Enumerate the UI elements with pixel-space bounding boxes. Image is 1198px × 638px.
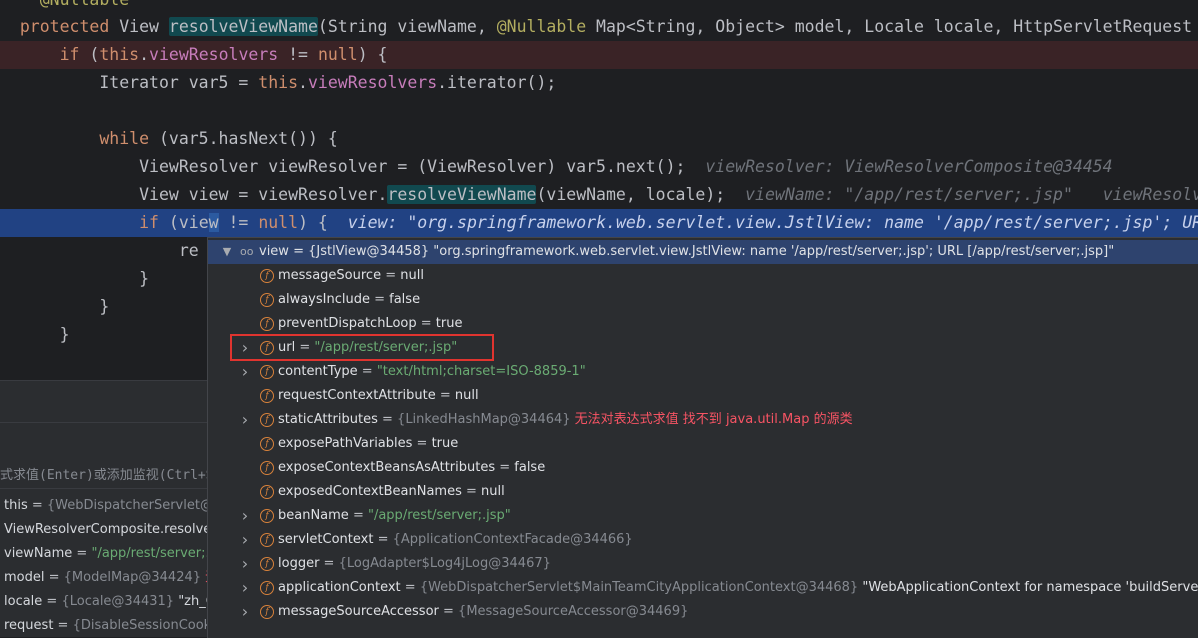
chevron-right-icon[interactable]: ›	[239, 528, 251, 552]
field-value: true	[431, 436, 459, 451]
field-icon: f	[260, 365, 274, 379]
tree-field-servletContext[interactable]: › f servletContext = {ApplicationContextFa…	[208, 528, 1198, 552]
field-name: exposedContextBeanNames	[278, 484, 462, 499]
inline-debug-value: viewName: "/app/rest/server;.jsp" viewRe…	[745, 185, 1198, 204]
field-value: null	[481, 484, 505, 499]
variable-row[interactable]: ViewResolverComposite.resolveViewName()	[0, 518, 210, 542]
code-line-iterator: Iterator var5 = this.viewResolvers.itera…	[99, 73, 557, 92]
field-icon: f	[260, 269, 274, 283]
panel-divider	[0, 488, 210, 489]
field-icon: f	[260, 389, 274, 403]
variable-row[interactable]: this = {WebDispatcherServlet@34381}	[0, 494, 210, 518]
field-icon: f	[260, 605, 274, 619]
inline-debug-value: viewResolver: ViewResolverComposite@3445…	[705, 157, 1113, 176]
code-line-while: while (var5.hasNext()) {	[99, 129, 338, 148]
field-name: contentType	[278, 364, 358, 379]
inline-debug-value: view: "org.springframework.web.servlet.v…	[347, 213, 1198, 232]
highlight-box	[230, 334, 494, 361]
code-line-method-signature: protected View resolveViewName(String vi…	[19, 17, 1193, 36]
variable-row[interactable]: request = {DisableSessionCookieRequest@3…	[0, 614, 210, 638]
tree-field-contentType[interactable]: › f contentType = "text/html;charset=ISO-8…	[208, 360, 1198, 384]
field-name: exposeContextBeansAsAttributes	[278, 460, 496, 475]
field-name: alwaysInclude	[278, 292, 370, 307]
variable-row[interactable]: viewName = "/app/rest/server;.jsp"	[0, 542, 210, 566]
tree-field-messageSourceAccessor[interactable]: › f messageSourceAccessor = {MessageSource…	[208, 600, 1198, 624]
field-name: preventDispatchLoop	[278, 316, 417, 331]
field-name: beanName	[278, 508, 349, 523]
code-line-annotation: @Nullable	[0, 0, 1198, 14]
tree-field-applicationContext[interactable]: › f applicationContext = {WebDispatcherSer…	[208, 576, 1198, 600]
tree-field-staticAttributes[interactable]: › f staticAttributes = {LinkedHashMap@3446…	[208, 408, 1198, 432]
field-value: false	[514, 460, 546, 475]
tree-field-exposeContextBeansAsAttributes[interactable]: f exposeContextBeansAsAttributes = false	[208, 456, 1198, 480]
field-name: staticAttributes	[278, 412, 378, 427]
chevron-right-icon[interactable]: ›	[239, 552, 251, 576]
field-value: null	[454, 388, 479, 403]
tree-field-logger[interactable]: › f logger = {LogAdapter$Log4jLog@34467}	[208, 552, 1198, 576]
chevron-right-icon[interactable]: ›	[239, 360, 251, 384]
panel-divider	[0, 422, 210, 423]
field-icon: f	[260, 485, 274, 499]
field-icon: f	[260, 317, 274, 331]
field-name: messageSourceAccessor	[278, 604, 439, 619]
field-name: exposePathVariables	[278, 436, 413, 451]
evaluate-expression-input[interactable]: 式求值(Enter)或添加监视(Ctrl+Shift+Enter)	[0, 466, 210, 486]
field-name: logger	[278, 556, 320, 571]
chevron-right-icon[interactable]: ›	[239, 600, 251, 624]
tree-field-preventDispatchLoop[interactable]: f preventDispatchLoop = true	[208, 312, 1198, 336]
chevron-down-icon[interactable]: ▼	[221, 240, 233, 264]
field-icon: f	[260, 533, 274, 547]
tree-field-exposePathVariables[interactable]: f exposePathVariables = true	[208, 432, 1198, 456]
variable-row[interactable]: model = {ModelMap@34424} 无法对表达式求值	[0, 566, 210, 590]
code-line-current-execution: if (view != null) { view: "org.springfra…	[0, 209, 1198, 237]
field-name: requestContextAttribute	[278, 388, 436, 403]
field-value: {ApplicationContextFacade@34466}	[392, 532, 633, 547]
field-name: servletContext	[278, 532, 374, 547]
field-value: "text/html;charset=ISO-8859-1"	[376, 364, 586, 379]
code-line-view-resolver-next: ViewResolver viewResolver = (ViewResolve…	[139, 157, 1113, 176]
field-icon: f	[260, 581, 274, 595]
tree-field-alwaysInclude[interactable]: f alwaysInclude = false	[208, 288, 1198, 312]
code-line-if-viewresolvers: if (this.viewResolvers != null) {	[0, 41, 1198, 69]
watch-glasses-icon: oo	[240, 245, 254, 258]
field-value: {LogAdapter$Log4jLog@34467}	[338, 556, 551, 571]
method-call-resolveViewName[interactable]: resolveViewName	[387, 185, 537, 204]
method-name-resolveViewName[interactable]: resolveViewName	[168, 17, 318, 36]
field-icon: f	[260, 437, 274, 451]
field-value: false	[389, 292, 421, 307]
tree-field-requestContextAttribute[interactable]: f requestContextAttribute = null	[208, 384, 1198, 408]
chevron-right-icon[interactable]: ›	[239, 408, 251, 432]
tree-field-beanName[interactable]: › f beanName = "/app/rest/server;.jsp"	[208, 504, 1198, 528]
field-value: true	[435, 316, 463, 331]
field-value: {LinkedHashMap@34464}	[397, 412, 571, 427]
field-value: "/app/rest/server;.jsp"	[367, 508, 511, 523]
field-icon: f	[260, 557, 274, 571]
field-icon: f	[260, 461, 274, 475]
field-name: applicationContext	[278, 580, 401, 595]
chevron-right-icon[interactable]: ›	[239, 504, 251, 528]
field-icon: f	[260, 293, 274, 307]
variable-row[interactable]: locale = {Locale@34431} "zh_CN"	[0, 590, 210, 614]
field-value: null	[400, 268, 424, 283]
tree-root-view[interactable]: ▼ oo view = {JstlView@34458} "org.spring…	[208, 240, 1198, 264]
code-line-resolve-view: View view = viewResolver.resolveViewName…	[0, 181, 1198, 209]
variable-inspection-popup[interactable]: ▼ oo view = {JstlView@34458} "org.spring…	[207, 237, 1198, 638]
field-value: {MessageSourceAccessor@34469}	[458, 604, 689, 619]
field-icon: f	[260, 413, 274, 427]
chevron-right-icon[interactable]: ›	[239, 576, 251, 600]
field-icon: f	[260, 509, 274, 523]
field-name: messageSource	[278, 268, 382, 283]
tree-field-messageSource[interactable]: f messageSource = null	[208, 264, 1198, 288]
field-value: {WebDispatcherServlet$MainTeamCityApplic…	[419, 580, 859, 595]
tree-field-exposedContextBeanNames[interactable]: f exposedContextBeanNames = null	[208, 480, 1198, 504]
